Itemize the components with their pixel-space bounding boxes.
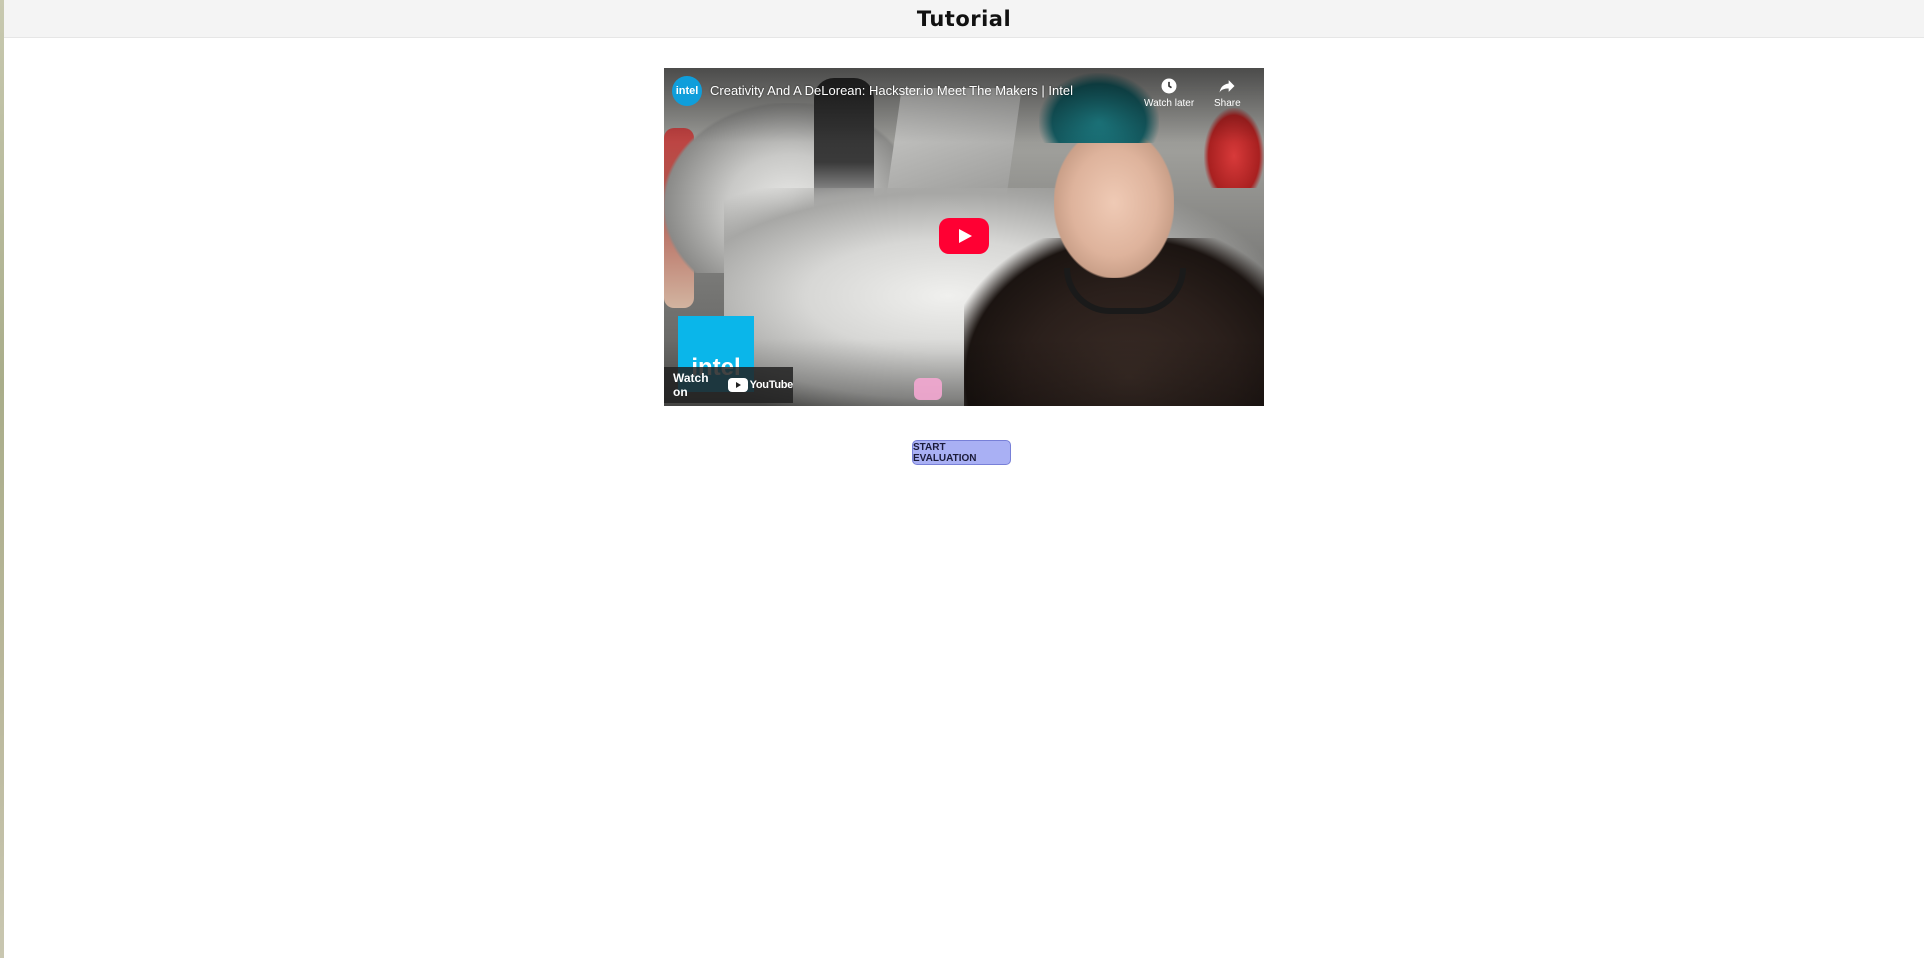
share-arrow-icon	[1219, 80, 1235, 93]
share-label: Share	[1214, 98, 1241, 109]
thumbnail-pink-sticker	[914, 378, 942, 400]
page-header: Tutorial	[4, 0, 1924, 38]
start-evaluation-button[interactable]: START EVALUATION	[912, 440, 1011, 465]
youtube-wordmark: YouTube	[749, 379, 794, 391]
watch-on-youtube-button[interactable]: Watch on YouTube	[664, 367, 793, 403]
video-title[interactable]: Creativity And A DeLorean: Hackster.io M…	[710, 83, 1073, 98]
youtube-logo: YouTube	[727, 378, 794, 392]
youtube-logo-icon	[727, 378, 748, 392]
channel-avatar-text: intel	[675, 85, 699, 97]
window-edge-strip	[0, 0, 4, 958]
channel-avatar[interactable]: intel	[672, 76, 702, 106]
watch-on-label: Watch on	[673, 371, 709, 399]
page-title: Tutorial	[916, 6, 1012, 31]
youtube-video-embed[interactable]: intel Creativity And A DeLorean: Hackste…	[664, 68, 1264, 406]
watch-later-button[interactable]: Watch later	[1144, 76, 1194, 109]
clock-icon	[1161, 78, 1177, 94]
share-button[interactable]: Share	[1214, 76, 1241, 109]
play-icon	[939, 218, 989, 254]
play-button[interactable]	[939, 218, 989, 254]
watch-later-label: Watch later	[1144, 98, 1195, 109]
